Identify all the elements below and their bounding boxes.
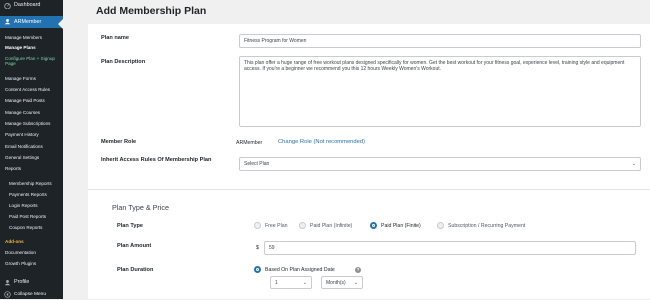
sidebar-item-growth-plugins[interactable]: Growth Plugins	[0, 261, 63, 267]
section-divider	[88, 189, 650, 190]
sidebar-item-paid-post-reports[interactable]: Paid Post Reports	[0, 214, 63, 220]
plan-type-subscription-radio[interactable]	[437, 222, 444, 229]
page-title: Add Membership Plan	[96, 5, 207, 17]
plan-duration-label: Plan Duration	[117, 267, 154, 273]
admin-sidebar: Dashboard ARMember Manage Members Manage…	[0, 0, 63, 299]
plan-amount-label: Plan Amount	[117, 243, 152, 249]
sidebar-item-manage-paid-posts[interactable]: Manage Paid Posts	[0, 98, 63, 104]
sidebar-item-coupon-reports[interactable]: Coupon Reports	[0, 225, 63, 231]
chevron-down-icon: ⌄	[631, 161, 636, 167]
sidebar-item-manage-courses[interactable]: Manage Courses	[0, 110, 63, 116]
sidebar-item-armember[interactable]: ARMember	[0, 16, 63, 28]
armember-icon	[4, 19, 11, 25]
inherit-rules-label: Inherit Access Rules Of Membership Plan	[101, 157, 212, 163]
plan-type-subscription-label: Subscription / Recurring Payment	[448, 223, 526, 229]
sidebar-item-documentation[interactable]: Documentation	[0, 250, 63, 256]
sidebar-item-manage-plans[interactable]: Manage Plans	[0, 45, 63, 51]
main-content: Add Membership Plan Plan name Fitness Pr…	[63, 0, 650, 299]
duration-number-value: 1	[275, 280, 278, 286]
duration-assigned-date-label: Based On Plan Assigned Date	[265, 267, 335, 273]
plan-description-textarea[interactable]: This plan offer a huge range of free wor…	[239, 56, 641, 127]
plan-type-paid-infinite-label: Paid Plan (Infinite)	[310, 223, 353, 229]
duration-number-select[interactable]: 1 ⌄	[270, 276, 312, 289]
plan-name-input[interactable]: Fitness Program for Women	[239, 34, 641, 48]
sidebar-item-dashboard[interactable]: Dashboard	[0, 0, 63, 11]
sidebar-item-reports[interactable]: Reports	[0, 166, 63, 172]
member-role-value: ARMember	[236, 140, 263, 146]
sidebar-item-email-notifications[interactable]: Email Notifications	[0, 144, 63, 150]
sidebar-item-configure-plan[interactable]: Configure Plan + Signup Page	[0, 56, 60, 67]
sidebar-item-label: Collapse Menu	[14, 292, 46, 297]
plan-description-label: Plan Description	[101, 59, 146, 65]
sidebar-item-label: Dashboard	[14, 2, 41, 8]
sidebar-item-content-access-rules[interactable]: Content Access Rules	[0, 87, 63, 93]
duration-unit-select[interactable]: Month(s) ⌄	[321, 276, 363, 289]
sidebar-item-manage-subscriptions[interactable]: Manage Subscriptions	[0, 121, 63, 127]
plan-name-label: Plan name	[101, 35, 129, 41]
plan-type-free-label: Free Plan	[265, 223, 288, 229]
member-role-label: Member Role	[101, 139, 137, 145]
sidebar-item-manage-forms[interactable]: Manage Forms	[0, 76, 63, 82]
plan-type-free-radio[interactable]	[254, 222, 261, 229]
plan-type-label: Plan Type	[117, 223, 144, 229]
sidebar-item-addons[interactable]: Add-ons	[0, 239, 63, 245]
sidebar-item-payments-reports[interactable]: Payments Reports	[0, 192, 63, 198]
sidebar-item-profile[interactable]: Profile	[0, 277, 63, 288]
sidebar-item-login-reports[interactable]: Login Reports	[0, 203, 63, 209]
dashboard-icon	[4, 2, 11, 9]
sidebar-item-label: ARMember	[14, 19, 42, 25]
inherit-plan-select-value: Select Plan	[244, 161, 270, 167]
user-icon	[4, 280, 11, 286]
sidebar-item-manage-members[interactable]: Manage Members	[0, 35, 63, 41]
sidebar-item-membership-reports[interactable]: Membership Reports	[0, 181, 63, 187]
help-icon[interactable]: ?	[355, 267, 361, 273]
inherit-plan-select[interactable]: Select Plan ⌄	[239, 157, 641, 171]
duration-assigned-date-radio[interactable]	[254, 266, 261, 273]
collapse-menu-button[interactable]: Collapse Menu	[0, 289, 63, 300]
plan-form-card: Plan name Fitness Program for Women Plan…	[88, 24, 650, 299]
sidebar-item-label: Profile	[14, 279, 30, 285]
change-role-link[interactable]: Change Role (Not recommended)	[278, 139, 365, 145]
plan-type-paid-finite-radio[interactable]	[370, 222, 377, 229]
plan-type-paid-finite-label: Paid Plan (Finite)	[381, 223, 421, 229]
duration-unit-value: Month(s)	[326, 280, 346, 286]
section-title-plan-type-price: Plan Type & Price	[112, 203, 169, 212]
collapse-icon	[4, 291, 11, 298]
plan-type-paid-infinite-radio[interactable]	[299, 222, 306, 229]
chevron-down-icon: ⌄	[302, 280, 307, 286]
sidebar-item-general-settings[interactable]: General Settings	[0, 155, 63, 161]
plan-amount-input[interactable]: 59	[264, 241, 636, 255]
sidebar-item-payment-history[interactable]: Payment History	[0, 132, 63, 138]
chevron-down-icon: ⌄	[353, 280, 358, 286]
currency-symbol: $	[256, 245, 259, 251]
